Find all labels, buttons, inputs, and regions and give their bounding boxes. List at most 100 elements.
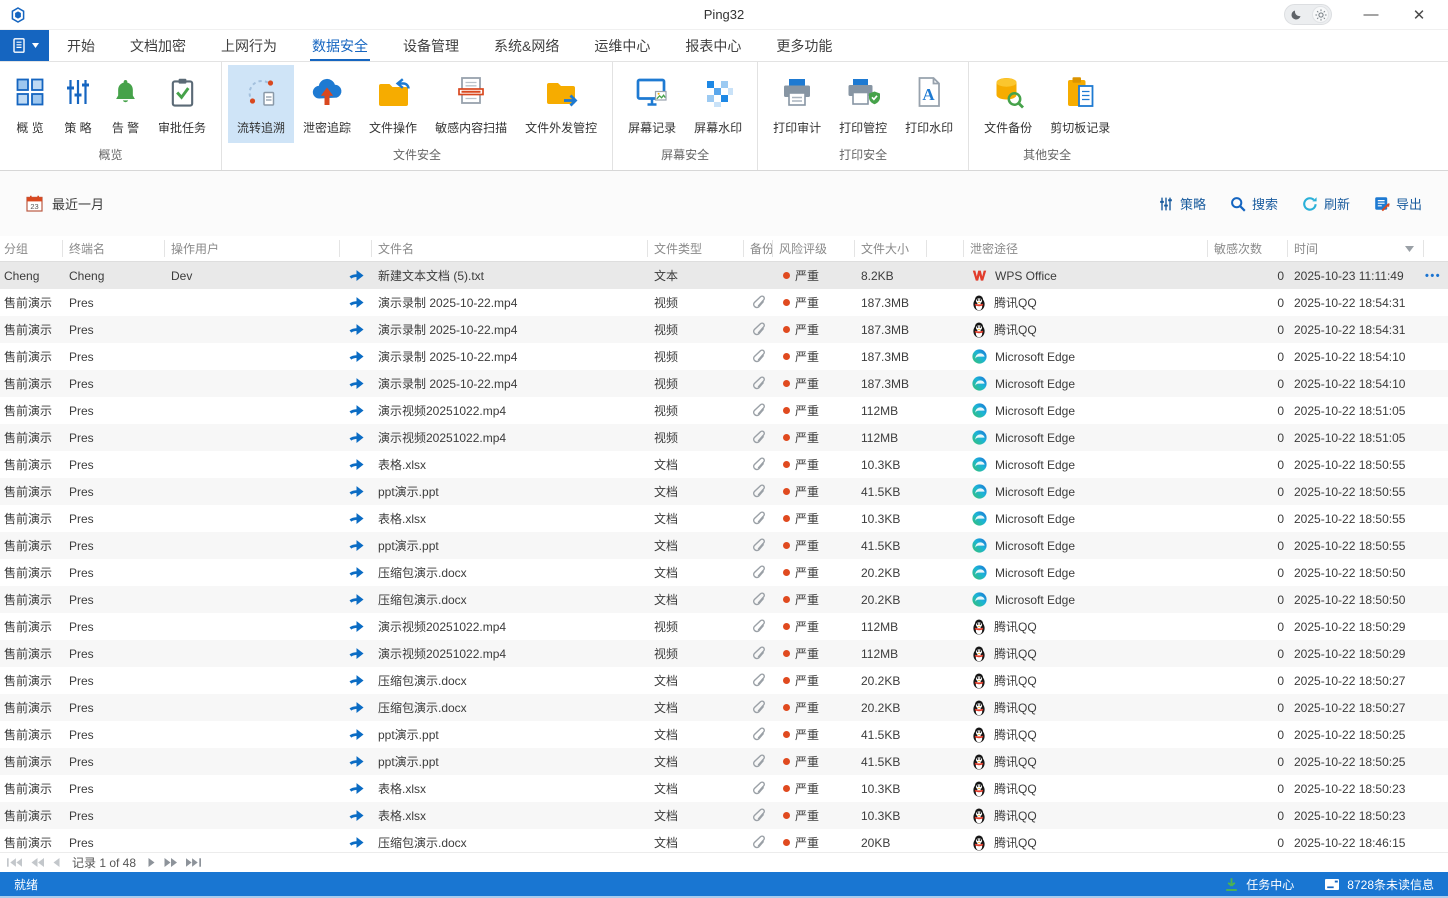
cell-arrow[interactable] — [340, 269, 372, 282]
tab-2[interactable]: 文档加密 — [130, 30, 186, 61]
table-row[interactable]: 售前演示 Pres 表格.xlsx 文档 严重 10.3KB 腾讯QQ 0 2025-10-22… — [0, 775, 1448, 802]
cell-arrow[interactable] — [340, 809, 372, 822]
tab-8[interactable]: 报表中心 — [685, 30, 741, 61]
table-row[interactable]: 售前演示 Pres 演示录制 2025-10-22.mp4 视频 严重 187.3MB Mi… — [0, 370, 1448, 397]
table-row[interactable]: 售前演示 Pres ppt演示.ppt 文档 严重 41.5KB 腾讯QQ 0 2025-10-… — [0, 721, 1448, 748]
cell-arrow[interactable] — [340, 377, 372, 390]
cell-arrow[interactable] — [340, 728, 372, 741]
ribbon-tool[interactable]: 告 警 — [102, 65, 149, 143]
ribbon-tool[interactable]: A 打印水印 — [896, 65, 962, 143]
ribbon-tool[interactable]: 屏幕记录 — [619, 65, 685, 143]
minimize-button[interactable]: — — [1362, 6, 1380, 23]
cell-arrow[interactable] — [340, 323, 372, 336]
ribbon-tool[interactable]: 文件外发管控 — [516, 65, 606, 143]
ribbon-tool[interactable]: 流转追溯 — [228, 65, 295, 143]
ribbon-tool[interactable]: 屏幕水印 — [685, 65, 751, 143]
table-row[interactable]: 售前演示 Pres 演示录制 2025-10-22.mp4 视频 严重 187.3MB 腾讯… — [0, 289, 1448, 316]
ribbon-tool[interactable]: 剪切板记录 — [1041, 65, 1119, 143]
theme-toggle[interactable] — [1284, 4, 1332, 25]
ribbon-tool[interactable]: 敏感内容扫描 — [426, 65, 516, 143]
导出-action[interactable]: 导出 — [1374, 194, 1422, 213]
cell-arrow[interactable] — [340, 539, 372, 552]
table-row[interactable]: Cheng Cheng Dev 新建文本文档 (5).txt 文本 严重 8.2KB WPS … — [0, 262, 1448, 289]
column-header-size[interactable]: 文件大小 — [855, 240, 927, 257]
next-page-button[interactable] — [148, 858, 155, 867]
table-row[interactable]: 售前演示 Pres 演示视频20251022.mp4 视频 严重 112MB 腾讯QQ 0 20… — [0, 640, 1448, 667]
row-actions-button[interactable]: ••• — [1424, 270, 1448, 282]
table-row[interactable]: 售前演示 Pres 压缩包演示.docx 文档 严重 20.2KB 腾讯QQ 0 2025-10… — [0, 694, 1448, 721]
搜索-action[interactable]: 搜索 — [1230, 194, 1278, 213]
tab-4[interactable]: 数据安全 — [310, 30, 370, 61]
next-group-button[interactable] — [164, 858, 178, 867]
prev-page-button[interactable] — [53, 858, 60, 867]
column-header-type[interactable]: 文件类型 — [648, 240, 744, 257]
table-row[interactable]: 售前演示 Pres 表格.xlsx 文档 严重 10.3KB Microsoft Edge 0… — [0, 505, 1448, 532]
tab-9[interactable]: 更多功能 — [776, 30, 832, 61]
table-row[interactable]: 售前演示 Pres 演示视频20251022.mp4 视频 严重 112MB Microso… — [0, 397, 1448, 424]
table-row[interactable]: 售前演示 Pres 演示视频20251022.mp4 视频 严重 112MB Microso… — [0, 424, 1448, 451]
column-header-group[interactable]: 分组 — [0, 240, 63, 257]
ribbon-tool[interactable]: 文件备份 — [975, 65, 1041, 143]
column-header-count[interactable]: 敏感次数 — [1208, 240, 1288, 257]
tab-1[interactable]: 开始 — [67, 30, 95, 61]
table-row[interactable]: 售前演示 Pres ppt演示.ppt 文档 严重 41.5KB Microsoft Edg… — [0, 532, 1448, 559]
column-header-time[interactable]: 时间 — [1288, 240, 1424, 257]
ribbon-tool[interactable]: 审批任务 — [149, 65, 215, 143]
ribbon-tool[interactable]: 泄密追踪 — [294, 65, 360, 143]
table-row[interactable]: 售前演示 Pres 演示录制 2025-10-22.mp4 视频 严重 187.3MB Mi… — [0, 343, 1448, 370]
cell-arrow[interactable] — [340, 458, 372, 471]
cell-arrow[interactable] — [340, 431, 372, 444]
cell-arrow[interactable] — [340, 674, 372, 687]
tab-7[interactable]: 运维中心 — [594, 30, 650, 61]
tab-5[interactable]: 设备管理 — [403, 30, 459, 61]
策略-action[interactable]: 策略 — [1158, 194, 1206, 213]
column-header-backup[interactable]: 备份 — [744, 240, 773, 257]
ribbon-tool[interactable]: 打印审计 — [764, 65, 830, 143]
ribbon-tool[interactable]: 文件操作 — [360, 65, 426, 143]
cell-arrow[interactable] — [340, 566, 372, 579]
column-header-terminal[interactable]: 终端名 — [63, 240, 165, 257]
prev-group-button[interactable] — [31, 858, 44, 867]
column-header-actions[interactable] — [1424, 240, 1448, 257]
table-row[interactable]: 售前演示 Pres 表格.xlsx 文档 严重 10.3KB 腾讯QQ 0 2025-10-22… — [0, 802, 1448, 829]
cell-arrow[interactable] — [340, 836, 372, 849]
cell-arrow[interactable] — [340, 404, 372, 417]
column-header-arrow[interactable] — [340, 240, 372, 257]
sort-caret-icon[interactable] — [1405, 245, 1414, 252]
table-row[interactable]: 售前演示 Pres 演示录制 2025-10-22.mp4 视频 严重 187.3MB 腾讯… — [0, 316, 1448, 343]
cell-arrow[interactable] — [340, 701, 372, 714]
cell-arrow[interactable] — [340, 647, 372, 660]
ribbon-tool[interactable]: 打印管控 — [830, 65, 896, 143]
last-page-button[interactable] — [186, 858, 202, 867]
刷新-action[interactable]: 刷新 — [1302, 194, 1350, 213]
task-center-button[interactable]: 任务中心 — [1224, 876, 1294, 893]
ribbon-tool[interactable]: 概 览 — [6, 65, 54, 143]
column-header-gap[interactable] — [927, 240, 964, 257]
close-button[interactable]: ✕ — [1410, 6, 1428, 24]
cell-arrow[interactable] — [340, 755, 372, 768]
table-row[interactable]: 售前演示 Pres 演示视频20251022.mp4 视频 严重 112MB 腾讯QQ 0 20… — [0, 613, 1448, 640]
cell-arrow[interactable] — [340, 296, 372, 309]
table-row[interactable]: 售前演示 Pres ppt演示.ppt 文档 严重 41.5KB Microsoft Edg… — [0, 478, 1448, 505]
column-header-channel[interactable]: 泄密途径 — [964, 240, 1208, 257]
table-row[interactable]: 售前演示 Pres 表格.xlsx 文档 严重 10.3KB Microsoft Edge 0… — [0, 451, 1448, 478]
table-row[interactable]: 售前演示 Pres 压缩包演示.docx 文档 严重 20KB 腾讯QQ 0 2025-10-2… — [0, 829, 1448, 852]
table-row[interactable]: 售前演示 Pres 压缩包演示.docx 文档 严重 20.2KB Microsoft Ed… — [0, 586, 1448, 613]
tab-6[interactable]: 系统&网络 — [494, 30, 559, 61]
cell-arrow[interactable] — [340, 782, 372, 795]
main-menu-button[interactable] — [0, 30, 49, 61]
cell-arrow[interactable] — [340, 620, 372, 633]
ribbon-tool[interactable]: 策 略 — [54, 65, 102, 143]
unread-messages-button[interactable]: 8728条未读信息 — [1324, 876, 1434, 893]
column-header-file[interactable]: 文件名 — [372, 240, 648, 257]
first-page-button[interactable] — [7, 858, 22, 867]
cell-arrow[interactable] — [340, 593, 372, 606]
table-row[interactable]: 售前演示 Pres 压缩包演示.docx 文档 严重 20.2KB Microsoft Ed… — [0, 559, 1448, 586]
cell-arrow[interactable] — [340, 485, 372, 498]
cell-arrow[interactable] — [340, 350, 372, 363]
table-row[interactable]: 售前演示 Pres 压缩包演示.docx 文档 严重 20.2KB 腾讯QQ 0 2025-10… — [0, 667, 1448, 694]
date-range-filter[interactable]: 23 最近一月 — [26, 194, 104, 213]
table-row[interactable]: 售前演示 Pres ppt演示.ppt 文档 严重 41.5KB 腾讯QQ 0 2025-10-… — [0, 748, 1448, 775]
tab-3[interactable]: 上网行为 — [221, 30, 277, 61]
column-header-user[interactable]: 操作用户 — [165, 240, 340, 257]
